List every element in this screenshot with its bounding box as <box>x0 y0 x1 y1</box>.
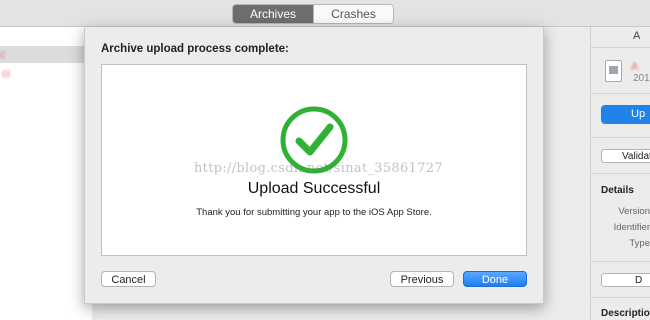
upload-status-message: Thank you for submitting your app to the… <box>196 207 432 218</box>
archive-date: 2017 <box>633 73 650 84</box>
download-debug-symbols-button[interactable]: D <box>601 273 650 287</box>
organizer-segmented-control: Archives Crashes <box>232 4 394 24</box>
tab-archives[interactable]: Archives <box>233 5 313 23</box>
watermark-text: http://blog.csdn.net/sinat_35861727 <box>194 161 443 176</box>
archive-list: c ci <box>0 27 92 320</box>
validate-button[interactable]: Validat <box>601 149 650 163</box>
divider <box>591 137 650 138</box>
done-button[interactable]: Done <box>463 271 527 287</box>
cancel-button[interactable]: Cancel <box>101 271 156 287</box>
window-toolbar: Archives Crashes <box>0 0 650 27</box>
archive-list-item[interactable]: c <box>0 49 6 61</box>
archive-list-item[interactable]: ci <box>2 68 10 80</box>
divider <box>591 93 650 94</box>
type-label: Type <box>629 238 650 249</box>
archive-inspector: A A 2017 Up Validat Details Version Iden… <box>590 27 650 320</box>
identifier-label: Identifier <box>613 222 650 233</box>
description-heading: Descriptio <box>601 308 650 319</box>
sheet-title: Archive upload process complete: <box>101 43 289 55</box>
upload-to-app-store-button[interactable]: Up <box>601 105 650 124</box>
divider <box>591 261 650 262</box>
archive-name: A <box>631 61 639 73</box>
details-heading: Details <box>601 185 634 196</box>
archive-list-row-selected[interactable] <box>0 46 92 63</box>
divider <box>591 47 650 48</box>
divider <box>591 297 650 298</box>
previous-button[interactable]: Previous <box>390 271 454 287</box>
inspector-header: A <box>633 30 641 42</box>
upload-result-panel: http://blog.csdn.net/sinat_35861727 Uplo… <box>101 64 527 256</box>
tab-crashes[interactable]: Crashes <box>313 5 393 23</box>
version-label: Version <box>618 206 650 217</box>
upload-complete-sheet: Archive upload process complete: http://… <box>84 27 544 304</box>
upload-status-title: Upload Successful <box>247 180 381 197</box>
archive-file-icon <box>605 60 622 82</box>
divider <box>591 173 650 174</box>
